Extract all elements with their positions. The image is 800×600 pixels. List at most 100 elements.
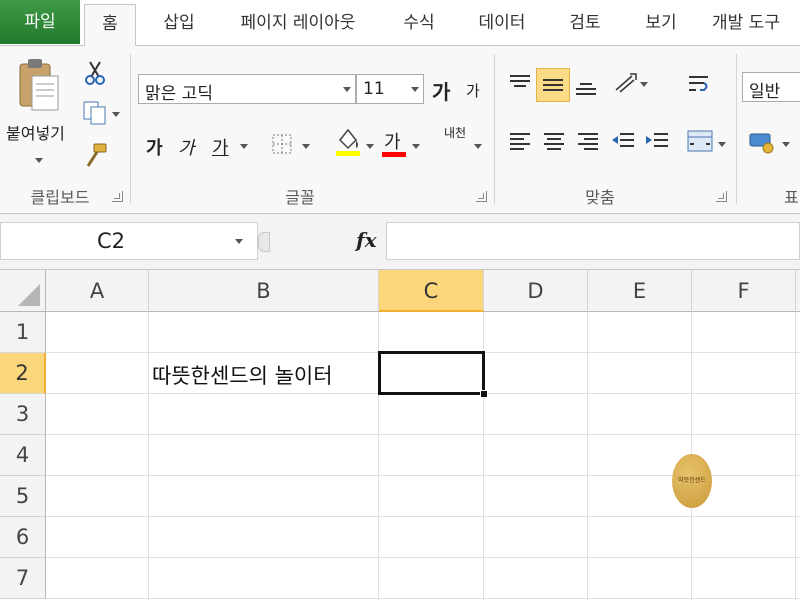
borders-icon: [272, 134, 292, 154]
font-size-dropdown-icon[interactable]: [411, 87, 419, 92]
row-header-2[interactable]: 2: [0, 353, 46, 394]
row-header-4[interactable]: 4: [0, 435, 46, 476]
align-left-button[interactable]: [508, 130, 532, 154]
column-header-g[interactable]: [796, 270, 800, 312]
underline-button[interactable]: 가: [212, 134, 229, 160]
align-right-button[interactable]: [576, 130, 600, 154]
paste-label[interactable]: 붙여넣기: [6, 120, 65, 144]
cut-button[interactable]: [84, 60, 106, 86]
font-size-value: 11: [363, 79, 385, 99]
shrink-font-button[interactable]: 가: [466, 80, 480, 101]
fill-handle[interactable]: [480, 390, 488, 398]
tab-view[interactable]: 보기: [632, 4, 690, 46]
accounting-format-button[interactable]: [748, 128, 778, 156]
accounting-dropdown-icon[interactable]: [782, 142, 790, 147]
column-header-e[interactable]: E: [588, 270, 692, 312]
align-top-button[interactable]: [508, 72, 532, 94]
cell-b2[interactable]: 따뜻한센드의 놀이터: [152, 360, 333, 390]
row-header-7[interactable]: 7: [0, 558, 46, 599]
tab-home[interactable]: 홈: [84, 4, 136, 47]
ribbon-tab-bar: 파일 홈 삽입 페이지 레이아웃 수식 데이터 검토 보기 개발 도구: [0, 0, 800, 47]
align-left-icon: [510, 133, 530, 150]
tab-formulas[interactable]: 수식: [390, 4, 448, 46]
align-center-button[interactable]: [542, 130, 566, 154]
font-color-button[interactable]: 가: [384, 128, 401, 154]
font-name-combo[interactable]: 맑은 고딕: [138, 74, 356, 104]
text-orientation-icon: [615, 73, 637, 93]
row-header-6[interactable]: 6: [0, 517, 46, 558]
alignment-group-label: 맞춤: [585, 188, 615, 207]
name-box[interactable]: C2: [0, 222, 258, 260]
number-format-combo[interactable]: 일반: [742, 72, 800, 102]
align-middle-button[interactable]: [536, 68, 570, 102]
column-header-f[interactable]: F: [692, 270, 796, 312]
align-top-icon: [510, 75, 530, 87]
phonetic-dropdown-icon[interactable]: [474, 144, 482, 149]
format-painter-icon: [86, 143, 107, 167]
row-header-3[interactable]: 3: [0, 394, 46, 435]
increase-indent-button[interactable]: [644, 130, 670, 154]
orientation-button[interactable]: [612, 70, 638, 96]
tab-file[interactable]: 파일: [0, 0, 80, 44]
column-header-d[interactable]: D: [484, 270, 588, 312]
group-divider: [130, 54, 131, 204]
formula-input[interactable]: [386, 222, 800, 260]
column-header-a[interactable]: A: [46, 270, 149, 312]
select-all-corner[interactable]: [0, 270, 46, 312]
font-name-value: 맑은 고딕: [145, 84, 213, 104]
formula-bar-resize-handle[interactable]: [258, 232, 270, 252]
active-cell-c2[interactable]: [378, 351, 485, 395]
select-all-triangle-icon: [18, 284, 40, 306]
decrease-indent-button[interactable]: [610, 130, 636, 154]
gridline: [46, 598, 800, 599]
borders-button[interactable]: [270, 132, 296, 156]
worksheet-grid: A B C D E F 1 2 3 4 5 6 7 따뜻한센드의 놀이터: [0, 270, 800, 600]
paste-icon: [19, 59, 59, 111]
font-group-label: 글꼴: [285, 188, 315, 207]
font-name-dropdown-icon[interactable]: [343, 87, 351, 92]
phonetic-guide-button[interactable]: 내천: [444, 126, 468, 140]
underline-dropdown-icon[interactable]: [240, 144, 248, 149]
tab-developer[interactable]: 개발 도구: [706, 4, 800, 46]
column-header-c[interactable]: C: [379, 270, 484, 312]
orientation-dropdown-icon[interactable]: [640, 82, 648, 87]
row-header-1[interactable]: 1: [0, 312, 46, 353]
align-bottom-icon: [576, 83, 596, 95]
scissors-icon: [85, 61, 105, 85]
fill-color-dropdown-icon[interactable]: [366, 144, 374, 149]
row-header-5[interactable]: 5: [0, 476, 46, 517]
tab-data[interactable]: 데이터: [466, 4, 538, 46]
copy-button[interactable]: [82, 100, 108, 126]
insert-function-button[interactable]: fx: [356, 228, 377, 252]
align-middle-icon: [543, 79, 563, 91]
clipboard-group-label: 클립보드: [30, 188, 90, 207]
name-box-dropdown-icon[interactable]: [235, 239, 243, 244]
align-bottom-button[interactable]: [574, 76, 598, 98]
copy-dropdown-icon[interactable]: [112, 112, 120, 117]
number-group-label: 표: [784, 188, 799, 207]
font-launcher-icon[interactable]: [476, 191, 487, 202]
tab-insert[interactable]: 삽입: [150, 4, 208, 46]
gridline: [46, 434, 800, 435]
merge-dropdown-icon[interactable]: [718, 142, 726, 147]
bold-button[interactable]: 가: [146, 134, 163, 160]
clipboard-launcher-icon[interactable]: [112, 191, 123, 202]
font-color-swatch: [382, 152, 406, 157]
format-painter-button[interactable]: [82, 142, 108, 170]
paste-button[interactable]: [16, 56, 62, 116]
merge-center-button[interactable]: [686, 128, 714, 154]
wrap-text-button[interactable]: [686, 72, 712, 98]
font-size-combo[interactable]: 11: [356, 74, 424, 104]
grow-font-button[interactable]: 가: [432, 76, 450, 105]
column-header-b[interactable]: B: [149, 270, 379, 312]
alignment-launcher-icon[interactable]: [716, 191, 727, 202]
tab-page-layout[interactable]: 페이지 레이아웃: [224, 4, 372, 46]
group-divider: [736, 54, 737, 204]
copy-icon: [83, 101, 106, 125]
borders-dropdown-icon[interactable]: [302, 144, 310, 149]
font-color-dropdown-icon[interactable]: [412, 144, 420, 149]
fill-color-button[interactable]: [334, 126, 362, 158]
tab-review[interactable]: 검토: [556, 4, 614, 46]
paste-dropdown-icon[interactable]: [35, 158, 43, 163]
italic-button[interactable]: 가: [178, 134, 195, 160]
